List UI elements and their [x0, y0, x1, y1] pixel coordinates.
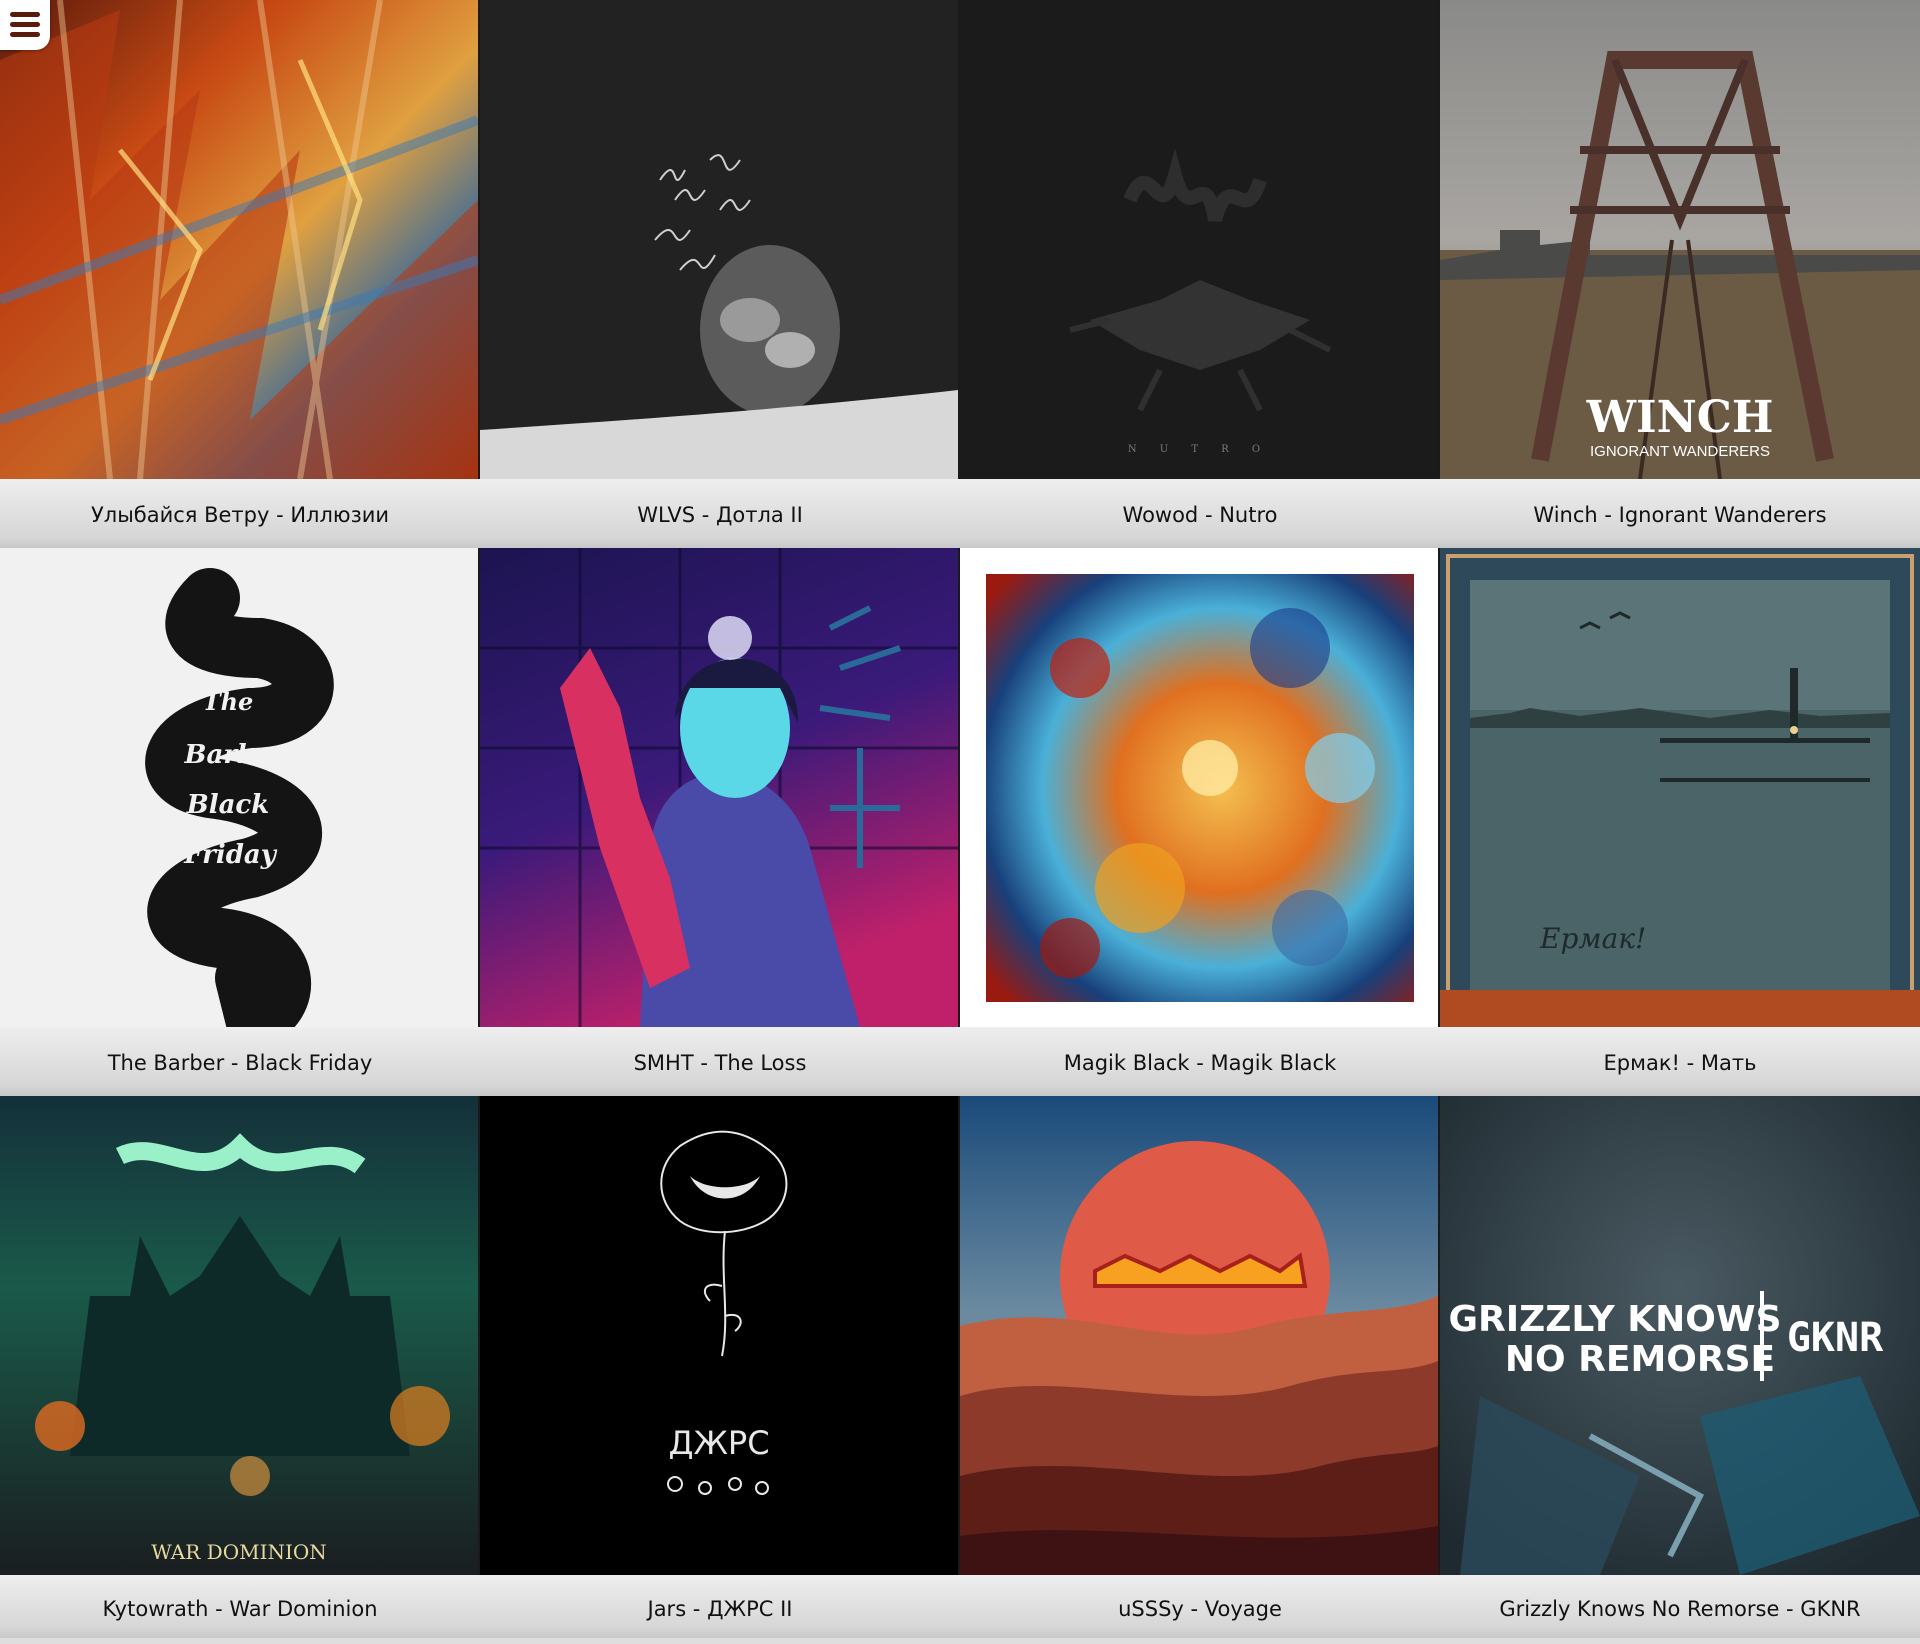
album-title[interactable]: Kytowrath - War Dominion	[0, 1575, 480, 1638]
cover-line: NO REMORSE	[1505, 1339, 1775, 1380]
cover-text: WAR DOMINION	[151, 1540, 327, 1564]
album-title[interactable]: Улыбайся Ветру - Иллюзии	[0, 479, 480, 548]
cover-line: Barber	[184, 740, 288, 770]
album-cover[interactable]	[480, 548, 960, 1027]
album-title[interactable]: SMHT - The Loss	[480, 1027, 960, 1096]
cover-text: ДЖРС	[668, 1424, 769, 1462]
cover-text: N U T R O	[1128, 444, 1270, 455]
album-card[interactable]: WINCH IGNORANT WANDERERS Winch - Ignoran…	[1440, 0, 1920, 548]
album-cover[interactable]: GRIZZLY KNOWS NO REMORSE GKNR	[1440, 1096, 1920, 1575]
hamburger-menu-icon	[10, 12, 40, 37]
album-card[interactable]: Улыбайся Ветру - Иллюзии	[0, 0, 480, 548]
album-grid: Улыбайся Ветру - Иллюзии WLVS - Дотла II	[0, 0, 1920, 1644]
album-title[interactable]: uSSSy - Voyage	[960, 1575, 1440, 1638]
album-cover[interactable]	[960, 1096, 1440, 1575]
album-cover[interactable]: ДЖРС	[480, 1096, 960, 1575]
album-cover[interactable]	[960, 548, 1440, 1027]
album-title[interactable]: Jars - ДЖРС II	[480, 1575, 960, 1638]
album-cover[interactable]: N U T R O	[960, 0, 1440, 479]
album-cover[interactable]: The Barber Black Friday	[0, 548, 480, 1027]
album-title[interactable]: Magik Black - Magik Black	[960, 1027, 1440, 1096]
cover-text: Ермак!	[1539, 922, 1646, 955]
album-title[interactable]: Grizzly Knows No Remorse - GKNR	[1440, 1575, 1920, 1638]
menu-button[interactable]	[0, 0, 50, 50]
album-card[interactable]: WAR DOMINION Kytowrath - War Dominion	[0, 1096, 480, 1644]
album-title[interactable]: The Barber - Black Friday	[0, 1027, 480, 1096]
cover-logo: GKNR	[1787, 1315, 1884, 1361]
album-card[interactable]: Magik Black - Magik Black	[960, 548, 1440, 1096]
cover-line: Friday	[183, 840, 278, 870]
album-title[interactable]: Ермак! - Мать	[1440, 1027, 1920, 1096]
cover-text: WINCH	[1586, 392, 1774, 443]
album-title[interactable]: Wowod - Nutro	[960, 479, 1440, 548]
album-title[interactable]: WLVS - Дотла II	[480, 479, 960, 548]
cover-line: GRIZZLY KNOWS	[1448, 1299, 1781, 1340]
cover-line: The	[203, 687, 254, 716]
album-cover[interactable]: WINCH IGNORANT WANDERERS	[1440, 0, 1920, 479]
album-card[interactable]: WLVS - Дотла II	[480, 0, 960, 548]
cover-subtext: IGNORANT WANDERERS	[1590, 443, 1770, 460]
album-cover[interactable]: WAR DOMINION	[0, 1096, 480, 1575]
album-card[interactable]: The Barber Black Friday The Barber - Bla…	[0, 548, 480, 1096]
album-card[interactable]: Ермак! Ермак! - Мать	[1440, 548, 1920, 1096]
album-cover[interactable]: Ермак!	[1440, 548, 1920, 1027]
album-card[interactable]: ДЖРС Jars - ДЖРС II	[480, 1096, 960, 1644]
cover-line: Black	[186, 790, 270, 820]
album-cover[interactable]	[480, 0, 960, 479]
album-card[interactable]: N U T R O Wowod - Nutro	[960, 0, 1440, 548]
album-card[interactable]: uSSSy - Voyage	[960, 1096, 1440, 1644]
album-title[interactable]: Winch - Ignorant Wanderers	[1440, 479, 1920, 548]
album-cover[interactable]	[0, 0, 480, 479]
album-card[interactable]: GRIZZLY KNOWS NO REMORSE GKNR Grizzly Kn…	[1440, 1096, 1920, 1644]
album-card[interactable]: SMHT - The Loss	[480, 548, 960, 1096]
